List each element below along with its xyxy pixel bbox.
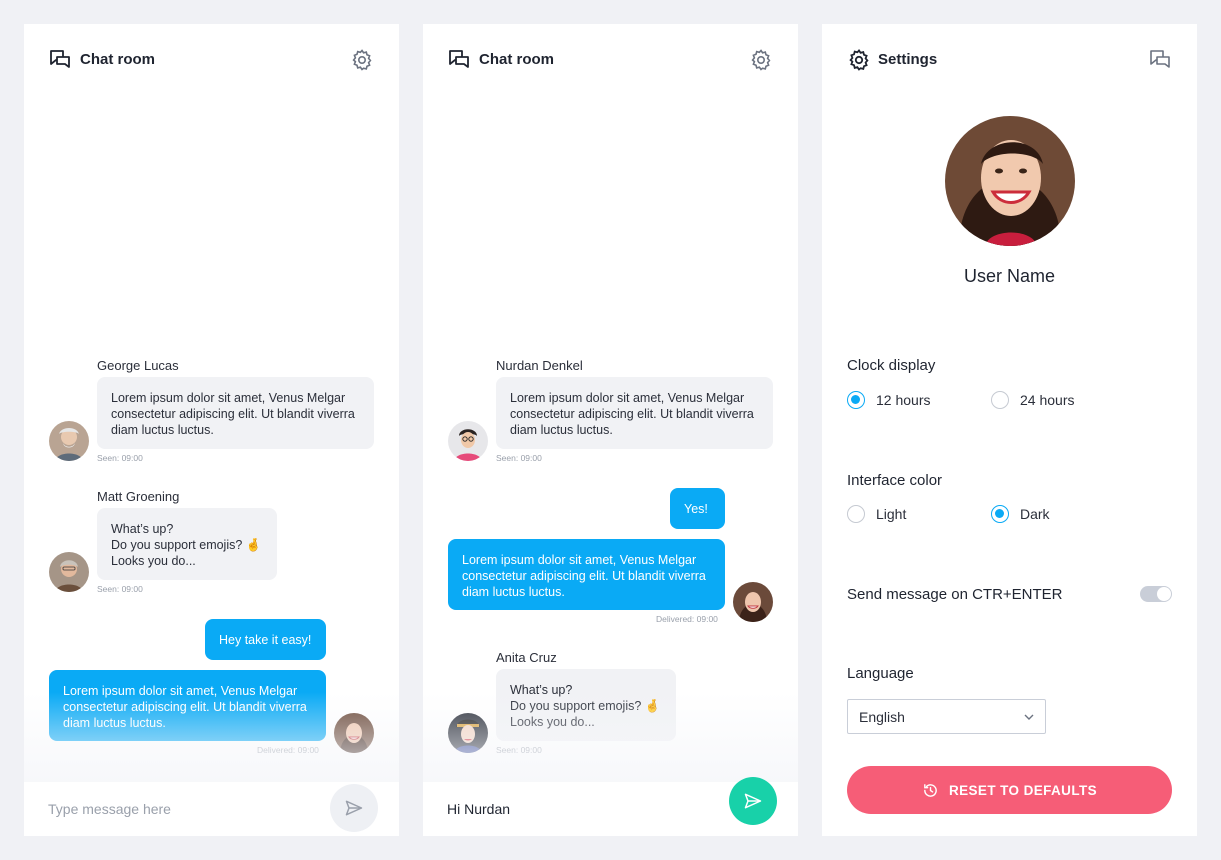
reset-icon <box>924 783 937 797</box>
message-bubble: Lorem ipsum dolor sit amet, Venus Melgar… <box>97 377 374 449</box>
radio-light-label[interactable]: Light <box>876 506 906 522</box>
chevron-down-icon <box>1024 714 1034 720</box>
message-bubble-outgoing: Yes! <box>670 488 725 529</box>
clock-display-label: Clock display <box>847 357 936 374</box>
sender-name: Nurdan Denkel <box>496 358 583 373</box>
message-status: Seen: 09:00 <box>496 453 542 463</box>
radio-24-hours[interactable] <box>991 391 1009 409</box>
message-status: Delivered: 09:00 <box>257 745 319 755</box>
user-name: User Name <box>963 266 1056 286</box>
send-on-ctrl-enter-toggle[interactable] <box>1140 586 1172 602</box>
message-status: Delivered: 09:00 <box>656 614 718 624</box>
message-bubble: Lorem ipsum dolor sit amet, Venus Melgar… <box>496 377 773 449</box>
chat-bubbles-icon[interactable] <box>1148 48 1172 72</box>
toggle-knob <box>1157 587 1171 601</box>
avatar <box>49 552 89 592</box>
message-bubble: What’s up? Do you support emojis? 🤞 Look… <box>97 508 277 580</box>
sender-name: Matt Groening <box>97 489 180 504</box>
chat-title: Chat room <box>80 51 155 68</box>
settings-panel: Settings User Name Clock display 12 hour… <box>822 24 1197 836</box>
chat-title: Chat room <box>479 51 554 68</box>
send-icon <box>744 793 762 809</box>
sender-name: Anita Cruz <box>496 650 557 665</box>
chat-bubbles-icon <box>48 48 72 72</box>
language-label: Language <box>847 665 914 682</box>
gear-icon[interactable] <box>749 48 773 72</box>
message-input[interactable]: Type message here <box>48 801 171 817</box>
send-on-ctrl-enter-label: Send message on CTR+ENTER <box>847 586 1063 603</box>
radio-24-hours-label[interactable]: 24 hours <box>1020 392 1074 408</box>
send-icon <box>345 800 363 816</box>
message-status: Seen: 09:00 <box>97 453 143 463</box>
profile-photo[interactable] <box>945 116 1075 246</box>
reset-label: RESET TO DEFAULTS <box>948 782 1098 798</box>
message-bubble-outgoing: Lorem ipsum dolor sit amet, Venus Melgar… <box>49 670 326 741</box>
message-status: Seen: 09:00 <box>496 745 542 755</box>
message-bubble-outgoing: Hey take it easy! <box>205 619 326 660</box>
message-status: Seen: 09:00 <box>97 584 143 594</box>
radio-light[interactable] <box>847 505 865 523</box>
avatar <box>448 713 488 753</box>
avatar <box>49 421 89 461</box>
chat-bubbles-icon <box>447 48 471 72</box>
message-bubble-outgoing: Lorem ipsum dolor sit amet, Venus Melgar… <box>448 539 725 610</box>
send-button[interactable] <box>729 777 777 825</box>
reset-to-defaults-button[interactable]: RESET TO DEFAULTS <box>847 766 1172 814</box>
gear-icon <box>847 48 871 72</box>
avatar <box>334 713 374 753</box>
radio-dark[interactable] <box>991 505 1009 523</box>
sender-name: George Lucas <box>97 358 179 373</box>
message-bubble: What’s up? Do you support emojis? 🤞 Look… <box>496 669 676 741</box>
settings-title: Settings <box>878 51 938 68</box>
radio-dark-label[interactable]: Dark <box>1020 506 1050 522</box>
message-input[interactable]: Hi Nurdan <box>447 801 510 817</box>
language-value: English <box>859 709 905 725</box>
chat-panel-1: Chat room George Lucas Lorem ipsum dolor… <box>24 24 399 836</box>
radio-12-hours-label[interactable]: 12 hours <box>876 392 930 408</box>
interface-color-label: Interface color <box>847 472 943 489</box>
gear-icon[interactable] <box>350 48 374 72</box>
avatar <box>733 582 773 622</box>
send-button[interactable] <box>330 784 378 832</box>
language-select[interactable]: English <box>847 699 1046 734</box>
chat-panel-2: Chat room Nurdan Denkel Lorem ipsum dolo… <box>423 24 798 836</box>
radio-12-hours[interactable] <box>847 391 865 409</box>
avatar <box>448 421 488 461</box>
